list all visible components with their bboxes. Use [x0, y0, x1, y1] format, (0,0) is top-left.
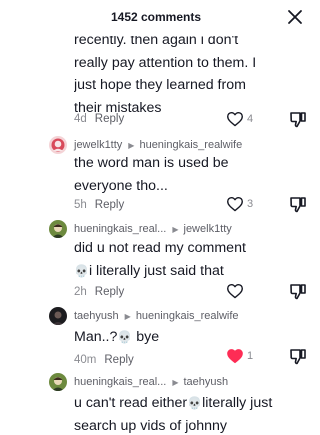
close-icon[interactable]	[284, 6, 306, 28]
dislike-icon[interactable]	[289, 195, 307, 213]
like-count: 4	[247, 113, 254, 125]
like-button[interactable]: 1	[226, 347, 260, 365]
comment-time: 5h	[74, 199, 87, 211]
reply-to-user[interactable]: jewelk1tty	[184, 223, 232, 235]
avatar[interactable]	[49, 307, 67, 325]
comment-meta: taehyush ▶ hueningkais_realwife	[74, 307, 274, 325]
avatar[interactable]	[49, 136, 67, 154]
avatar[interactable]	[49, 373, 67, 391]
dislike-icon[interactable]	[289, 282, 307, 300]
heart-outline-icon	[227, 283, 243, 299]
like-button[interactable]: 3	[226, 195, 260, 213]
reply-to-user[interactable]: taehyush	[184, 376, 229, 388]
comment-text: the word man is used be everyone tho...	[74, 155, 229, 194]
comment-meta: hueningkais_real... ▶ taehyush	[74, 373, 274, 391]
heart-outline-icon	[227, 196, 243, 212]
comment-text-continued: recently. then again i don't really pay …	[74, 36, 257, 116]
comment-text: did u not read my comment 💀i literally j…	[74, 240, 246, 279]
comment-time: 40m	[74, 354, 97, 366]
reply-button[interactable]: Reply	[95, 113, 124, 125]
like-count: 3	[247, 198, 254, 210]
reply-button[interactable]: Reply	[95, 286, 124, 298]
reply-to-user[interactable]: hueningkais_realwife	[136, 310, 239, 322]
comment-time: 2h	[74, 286, 87, 298]
skull-emoji: 💀	[117, 330, 133, 344]
comment-author[interactable]: hueningkais_real...	[74, 223, 166, 235]
heart-outline-icon	[227, 111, 243, 127]
comment-author[interactable]: taehyush	[74, 310, 119, 322]
reply-arrow-icon: ▶	[172, 377, 179, 387]
comment-text: Man..?💀 bye	[74, 329, 160, 345]
comment-author[interactable]: hueningkais_real...	[74, 376, 166, 388]
like-button[interactable]	[226, 282, 260, 300]
comments-header: 1452 comments	[0, 0, 312, 36]
like-button[interactable]: 4	[226, 110, 260, 128]
reply-arrow-icon: ▶	[128, 140, 135, 150]
reply-button[interactable]: Reply	[95, 199, 124, 211]
reply-arrow-icon: ▶	[124, 311, 131, 321]
like-count: 1	[247, 350, 254, 362]
comment-time: 4d	[74, 113, 87, 125]
dislike-icon[interactable]	[289, 347, 307, 365]
heart-filled-icon	[227, 349, 243, 364]
comment-author[interactable]: jewelk1tty	[74, 139, 122, 151]
comments-count-title: 1452 comments	[110, 10, 202, 24]
comment-item: hueningkais_real... ▶ taehyush u can't r…	[0, 373, 312, 435]
skull-emoji: 💀	[187, 396, 203, 410]
reply-to-user[interactable]: hueningkais_realwife	[139, 139, 242, 151]
comment-text: u can't read either💀literally just searc…	[74, 395, 273, 434]
skull-emoji: 💀	[74, 263, 89, 278]
reply-button[interactable]: Reply	[104, 354, 133, 366]
reply-arrow-icon: ▶	[172, 224, 179, 234]
avatar[interactable]	[49, 220, 67, 238]
comment-meta: hueningkais_real... ▶ jewelk1tty	[74, 220, 274, 238]
dislike-icon[interactable]	[289, 110, 307, 128]
